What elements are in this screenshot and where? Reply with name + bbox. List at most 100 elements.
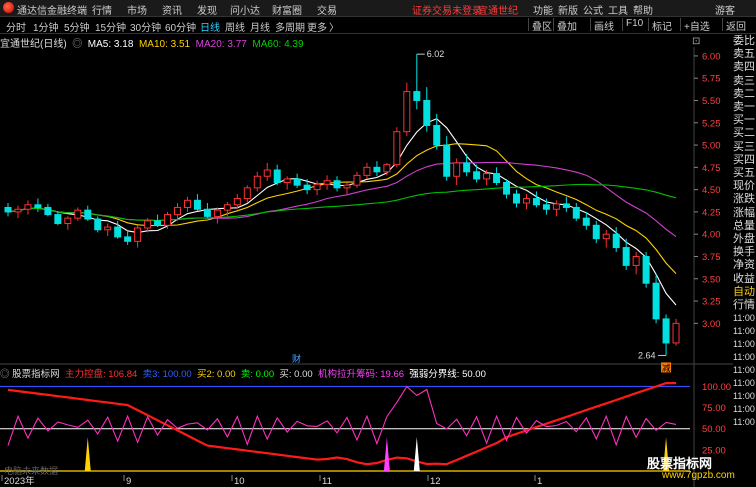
tab-fenshi[interactable]: 分时 xyxy=(6,19,26,34)
candle-body xyxy=(513,193,520,204)
panel-time: 11:00 xyxy=(733,365,755,376)
panel-item: 卖二 xyxy=(733,87,755,100)
candle-body xyxy=(532,198,540,206)
tab-multi[interactable]: 多周期 xyxy=(275,19,305,34)
button-huaxian[interactable]: 画线 xyxy=(590,18,614,33)
panel-item: 卖四 xyxy=(733,61,755,74)
candle-body xyxy=(174,206,181,216)
candle-body xyxy=(84,209,92,220)
price-tick-label: 5.00 xyxy=(702,141,721,152)
candle-body xyxy=(193,199,201,210)
candle-body xyxy=(463,162,471,173)
candle-body xyxy=(64,217,72,225)
candle-body xyxy=(164,214,172,226)
price-tick-label: 5.25 xyxy=(702,118,721,129)
tab-60min[interactable]: 60分钟 xyxy=(165,19,196,34)
menu-faxian[interactable]: 发现 xyxy=(197,2,217,17)
candle-body xyxy=(662,318,670,344)
button-f10[interactable]: F10 xyxy=(622,18,643,31)
tab-more[interactable]: 更多 xyxy=(307,19,327,34)
tab-30min[interactable]: 30分钟 xyxy=(130,19,161,34)
kline-chart[interactable]: 6.00 5.75 5.50 5.25 5.00 4.75 4.50 4.25 4.00 3.75… xyxy=(0,47,733,487)
button-dieqv[interactable]: 叠区 xyxy=(528,18,552,33)
candle-body xyxy=(74,209,82,219)
menu-bangzhu[interactable]: 帮助 xyxy=(633,2,653,17)
candle-body xyxy=(562,203,570,208)
candle-body xyxy=(303,184,311,191)
button-diejia[interactable]: 叠加 xyxy=(553,18,577,33)
panel-time: 11:00 xyxy=(733,378,755,389)
menu-gongju[interactable]: 工具 xyxy=(608,2,628,17)
button-back[interactable]: 返回 xyxy=(722,18,746,33)
chip-line xyxy=(7,385,677,447)
tab-1min[interactable]: 1分钟 xyxy=(33,19,59,34)
candle-body xyxy=(612,233,620,249)
menu-shichang[interactable]: 市场 xyxy=(127,2,147,17)
tab-weekly[interactable]: 周线 xyxy=(225,19,245,34)
stock-name-top: 宜通世纪 xyxy=(478,6,518,17)
candle-body xyxy=(642,255,650,284)
candle-body xyxy=(433,124,441,146)
collapse-icon[interactable]: ⊡ xyxy=(692,36,700,47)
candle-body xyxy=(323,180,331,185)
quote-side-panel: 委比 卖五 卖四 卖三 卖二 卖一 买一 买二 买三 买四 买五 现价 涨跌 涨幅 总量 外盘 换手 净资 收益 自动… xyxy=(733,35,756,487)
candle-body xyxy=(413,91,421,101)
candle-body xyxy=(203,208,211,217)
ind-chip: 机构拉升筹码: 19.66 xyxy=(317,369,405,380)
panel-item: 收益 xyxy=(733,272,755,285)
tab-5min[interactable]: 5分钟 xyxy=(64,19,90,34)
candle-body xyxy=(622,247,630,266)
menu-xinban[interactable]: 新版 xyxy=(558,2,578,17)
indicator-tick-label: 50.00 xyxy=(702,424,726,435)
panel-item: 买五 xyxy=(733,167,755,179)
menu-gongneng[interactable]: 功能 xyxy=(533,2,553,17)
panel-item: 涨跌 xyxy=(733,193,755,206)
panel-item: 卖一 xyxy=(733,101,755,113)
price-tick-label: 3.75 xyxy=(702,252,721,263)
price-tick-label: 3.50 xyxy=(702,274,721,285)
indicator-header: ◎ 股票指标网 主力控盘: 106.84 卖3: 100.00 买2: 0.00… xyxy=(0,366,486,380)
candle-body xyxy=(223,204,231,211)
button-add-favorite[interactable]: +自选 xyxy=(680,18,710,33)
menu-caifuquan[interactable]: 财富圈 xyxy=(272,2,302,17)
signal-spike xyxy=(84,437,91,471)
ind-strength: 强弱分界线: 50.00 xyxy=(409,369,486,380)
main-force-line xyxy=(7,382,676,466)
signal-spike xyxy=(383,437,390,471)
menu-zixun[interactable]: 资讯 xyxy=(162,2,182,17)
indicator-icon: ◎ xyxy=(0,369,10,380)
candle-body xyxy=(383,164,391,173)
candle-body xyxy=(144,220,152,229)
price-tick-label: 5.50 xyxy=(702,96,721,107)
chevron-right-icon[interactable]: 〉 xyxy=(329,19,339,34)
tab-daily[interactable]: 日线 xyxy=(200,19,220,34)
menu-wenxiaoda[interactable]: 问小达 xyxy=(230,2,260,17)
ind-buy2: 买2: 0.00 xyxy=(196,369,236,380)
ind-sell3: 卖3: 100.00 xyxy=(142,369,192,380)
panel-item: 委比 xyxy=(733,35,755,47)
price-tick-label: 6.00 xyxy=(702,51,721,62)
login-notice[interactable]: 证券交易未登录 xyxy=(412,2,482,17)
indicator-title[interactable]: 股票指标网 xyxy=(12,369,60,380)
menu-jiaoyi[interactable]: 交易 xyxy=(317,2,337,17)
price-tick-label: 4.75 xyxy=(702,163,721,174)
panel-item: 买二 xyxy=(733,127,755,140)
tab-15min[interactable]: 15分钟 xyxy=(95,19,126,34)
candle-body xyxy=(154,220,162,226)
candle-body xyxy=(4,206,12,213)
panel-item: 行情 xyxy=(733,299,755,311)
menu-hangqing[interactable]: 行情 xyxy=(92,2,112,17)
candle-body xyxy=(333,180,341,189)
panel-time: 11:00 xyxy=(733,352,755,363)
panel-time: 11:00 xyxy=(733,391,755,402)
tab-monthly[interactable]: 月线 xyxy=(250,19,270,34)
menu-youke[interactable]: 游客 xyxy=(715,2,735,17)
menu-gongshi[interactable]: 公式 xyxy=(583,2,603,17)
panel-item: 卖五 xyxy=(733,48,755,61)
candle-body xyxy=(493,173,501,183)
panel-item: 买一 xyxy=(733,114,755,127)
date-tick-label: 11 xyxy=(322,476,332,487)
panel-item: 买四 xyxy=(733,153,755,166)
button-biaoji[interactable]: 标记 xyxy=(648,18,672,33)
jian-marker: 减 xyxy=(662,363,671,373)
